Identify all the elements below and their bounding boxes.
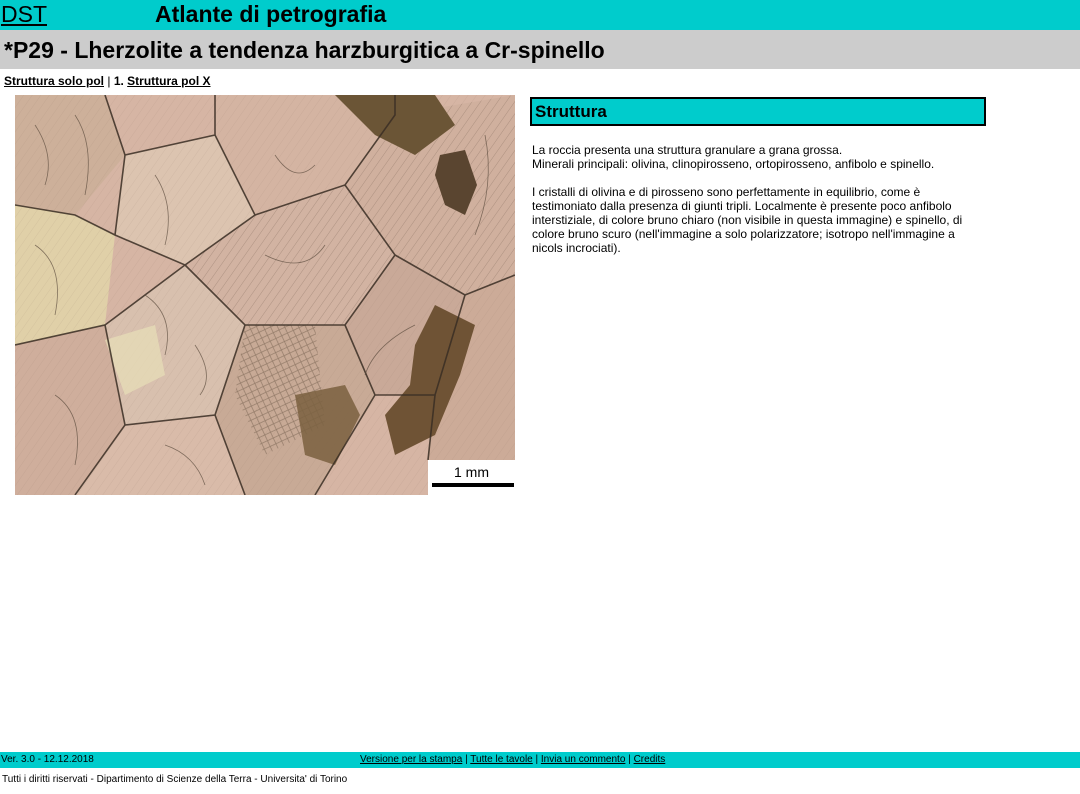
scale-label: 1 mm bbox=[454, 464, 489, 480]
footer-separator: | bbox=[535, 754, 539, 765]
section-heading-box: Struttura bbox=[530, 97, 986, 126]
send-comment-link[interactable]: Invia un commento bbox=[541, 754, 626, 765]
description-line-1: La roccia presenta una struttura granula… bbox=[532, 143, 843, 157]
thin-section-image bbox=[15, 95, 515, 495]
footer-bar: Ver. 3.0 - 12.12.2018 Versione per la st… bbox=[0, 752, 1080, 768]
version-text: Ver. 3.0 - 12.12.2018 bbox=[1, 754, 94, 765]
footer-separator: | bbox=[628, 754, 631, 765]
copyright-text: Tutti i diritti riservati - Dipartimento… bbox=[2, 774, 348, 785]
description-text: La roccia presenta una struttura granula… bbox=[532, 143, 972, 255]
site-title: Atlante di petrografia bbox=[155, 1, 387, 27]
all-plates-link[interactable]: Tutte le tavole bbox=[470, 754, 532, 765]
footer-links: Versione per la stampa | Tutte le tavole… bbox=[360, 752, 665, 768]
current-view-number: 1. bbox=[113, 74, 124, 88]
print-version-link[interactable]: Versione per la stampa bbox=[360, 754, 462, 765]
top-header-bar: DST Atlante di petrografia bbox=[0, 0, 1080, 30]
section-title: Struttura bbox=[535, 102, 607, 121]
link-struttura-pol-x[interactable]: Struttura pol X bbox=[127, 74, 210, 88]
link-struttura-solo-pol[interactable]: Struttura solo pol bbox=[4, 74, 104, 88]
description-paragraph-2: I cristalli di olivina e di pirosseno so… bbox=[532, 185, 963, 255]
credits-link[interactable]: Credits bbox=[634, 754, 666, 765]
nav-separator: | bbox=[107, 74, 111, 88]
thin-section-photo: 1 mm bbox=[15, 95, 515, 495]
dst-home-link[interactable]: DST bbox=[1, 1, 47, 27]
page-title-bar: *P29 - Lherzolite a tendenza harzburgiti… bbox=[0, 30, 1080, 69]
scale-bar bbox=[432, 483, 514, 487]
footer-separator: | bbox=[465, 754, 468, 765]
view-navigation: Struttura solo pol | 1. Struttura pol X bbox=[4, 73, 211, 89]
scale-bar-box: 1 mm bbox=[428, 460, 515, 495]
description-line-2: Minerali principali: olivina, clinopiros… bbox=[532, 157, 935, 171]
page-title: *P29 - Lherzolite a tendenza harzburgiti… bbox=[4, 37, 605, 63]
